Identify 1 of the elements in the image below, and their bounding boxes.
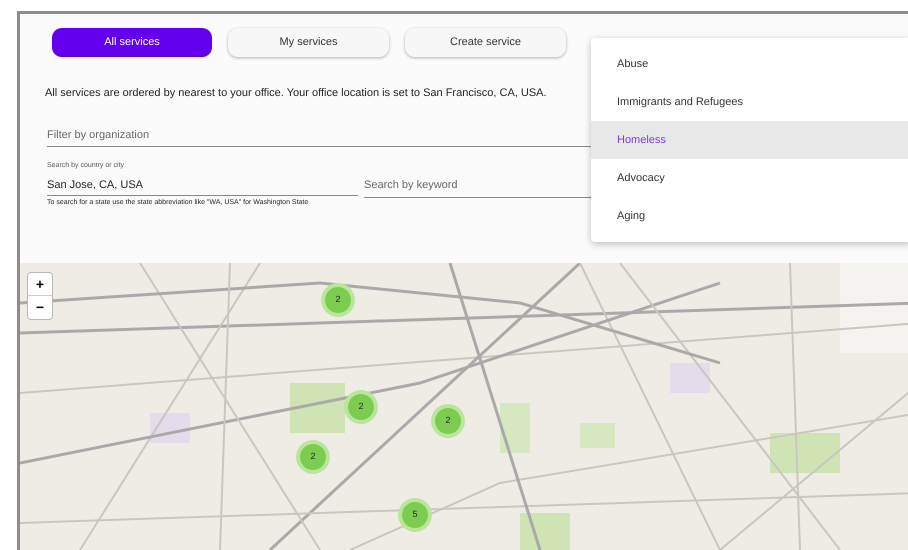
notice-text: All services are ordered by nearest to your office. Your office location is set to San Francisco, CA, USA.: [45, 86, 547, 101]
